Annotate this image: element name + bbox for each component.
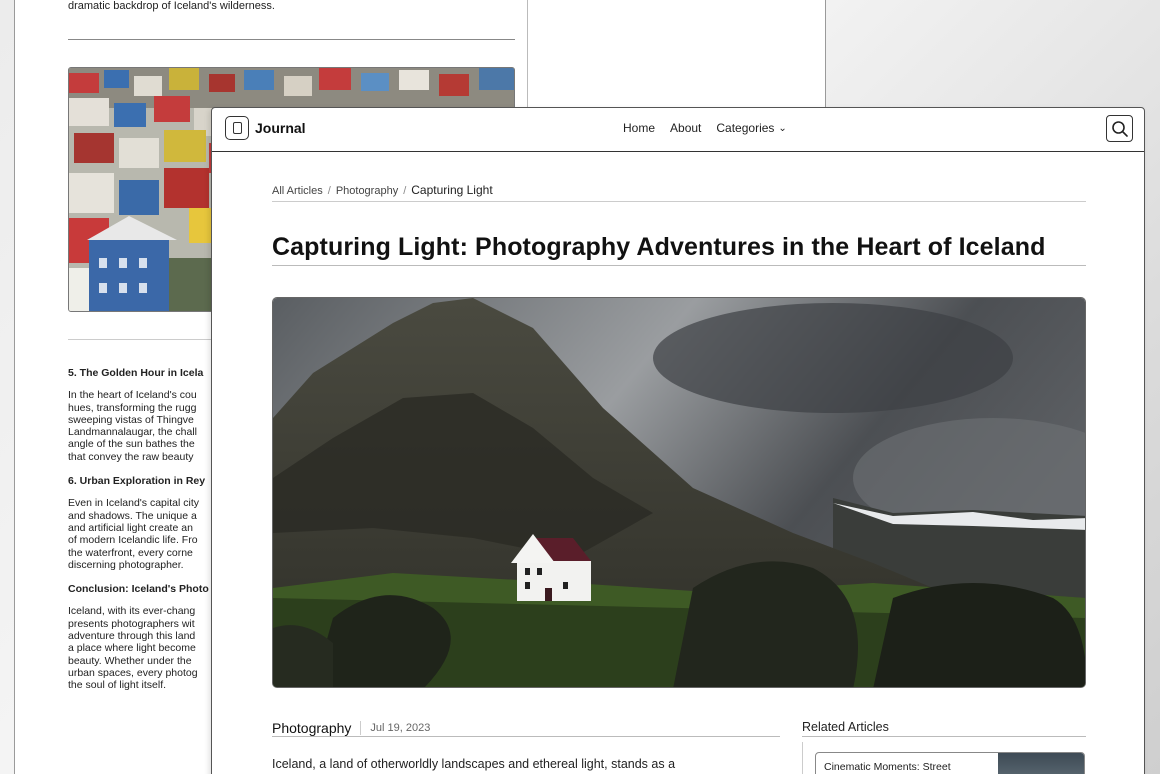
- article-body-column: 5. The Golden Hour in Icela In the heart…: [68, 367, 228, 704]
- intro-text: dramatic backdrop of Iceland's wildernes…: [68, 0, 275, 12]
- nav-about-link[interactable]: About: [670, 121, 701, 135]
- divider: [272, 265, 1086, 266]
- site-logo-text[interactable]: Journal: [255, 120, 306, 136]
- divider: [68, 39, 515, 40]
- article-intro: Iceland, a land of otherworldly landscap…: [272, 757, 676, 771]
- column-divider: [527, 0, 528, 119]
- related-article-title: Cinematic Moments: Street: [824, 761, 951, 773]
- section-heading: Conclusion: Iceland's Photo: [68, 583, 209, 596]
- breadcrumb: All Articles / Photography / Capturing Light: [272, 183, 493, 197]
- hero-image-iceland-landscape: [272, 297, 1086, 688]
- article-meta: Photography Jul 19, 2023: [272, 720, 430, 736]
- nav-categories-label: Categories: [716, 121, 775, 135]
- related-articles-heading: Related Articles: [802, 720, 889, 734]
- breadcrumb-photography[interactable]: Photography: [336, 185, 398, 197]
- breadcrumb-current: Capturing Light: [411, 183, 493, 197]
- publish-date: Jul 19, 2023: [370, 722, 431, 734]
- journal-logo-icon[interactable]: [225, 116, 249, 140]
- top-navbar: Journal Home About Categories ⌄: [212, 108, 1144, 152]
- category-tag[interactable]: Photography: [272, 720, 351, 736]
- divider: [272, 201, 1086, 202]
- section-paragraph: Iceland, with its ever-chang presents ph…: [68, 605, 198, 692]
- section-paragraph: Even in Iceland's capital city and shado…: [68, 497, 199, 571]
- divider: [272, 736, 780, 737]
- article-window: Journal Home About Categories ⌄ All Artic…: [211, 107, 1145, 774]
- section-heading: 5. The Golden Hour in Icela: [68, 367, 204, 379]
- related-article-card[interactable]: Cinematic Moments: Street: [815, 752, 1085, 774]
- nav-links: Home About Categories ⌄: [623, 121, 787, 135]
- nav-home-link[interactable]: Home: [623, 121, 655, 135]
- section-heading: 6. Urban Exploration in Rey: [68, 475, 206, 488]
- search-icon: [1112, 121, 1128, 137]
- article-title: Capturing Light: Photography Adventures …: [272, 233, 1046, 261]
- nav-categories-dropdown[interactable]: Categories ⌄: [716, 121, 786, 135]
- divider: [802, 736, 1086, 737]
- section-paragraph: In the heart of Iceland's cou hues, tran…: [68, 389, 198, 463]
- divider: [360, 721, 362, 735]
- related-article-thumbnail: [998, 753, 1084, 774]
- search-button[interactable]: [1106, 115, 1133, 142]
- breadcrumb-all-articles[interactable]: All Articles: [272, 185, 323, 197]
- chevron-down-icon: ⌄: [778, 123, 787, 134]
